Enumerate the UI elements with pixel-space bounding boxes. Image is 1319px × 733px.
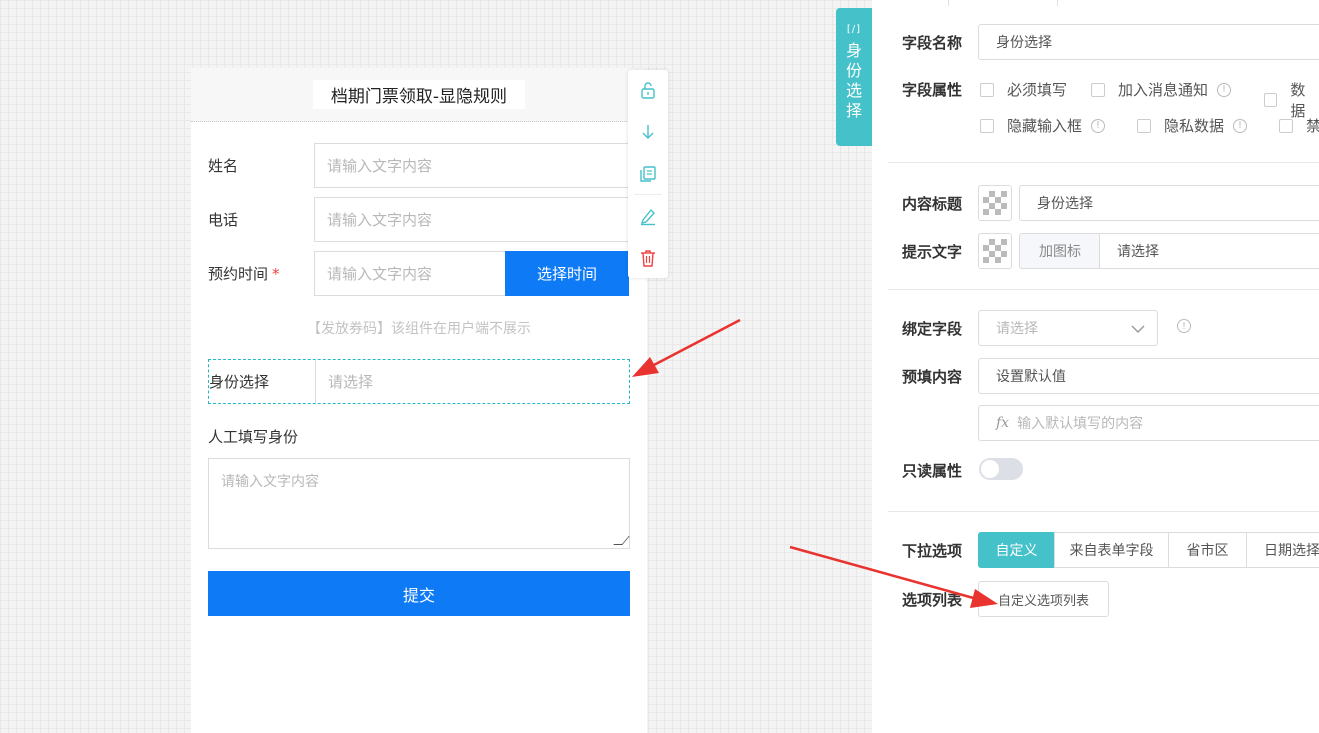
- function-icon: fx: [996, 415, 1010, 431]
- checkbox-box[interactable]: [1137, 118, 1151, 133]
- name-label: 姓名: [208, 157, 239, 175]
- textarea-placeholder: 请输入文字内容: [221, 474, 319, 490]
- resize-handle-icon[interactable]: [613, 536, 630, 545]
- hint-icon-picker[interactable]: [978, 233, 1012, 269]
- side-tab-char: 身: [845, 41, 862, 60]
- appointment-input[interactable]: 请输入文字内容: [314, 251, 505, 296]
- form-header: 档期门票领取-显隐规则: [191, 68, 647, 122]
- identity-label: 身份选择: [209, 373, 270, 391]
- field-toolbar: [628, 70, 668, 278]
- required-mark: *: [272, 265, 280, 283]
- field-attr-label: 字段属性: [902, 81, 963, 99]
- edit-icon[interactable]: [638, 206, 658, 226]
- checkbox-hide-input[interactable]: 隐藏输入框!: [980, 115, 1106, 136]
- field-name-input[interactable]: 身份选择: [978, 24, 1319, 60]
- toolbar-divider: [634, 194, 662, 195]
- custom-option-list-button[interactable]: 自定义选项列表: [978, 581, 1109, 617]
- name-input[interactable]: 请输入文字内容: [314, 143, 630, 188]
- manual-identity-textarea[interactable]: 请输入文字内容: [208, 458, 630, 549]
- hint-text-label: 提示文字: [902, 243, 963, 261]
- appointment-label: 预约时间 *: [208, 265, 280, 283]
- bind-field-placeholder: 请选择: [996, 321, 1038, 337]
- segment-date[interactable]: 日期选择: [1246, 532, 1319, 568]
- prefill-formula-placeholder: 输入默认填写的内容: [1017, 416, 1144, 432]
- checkbox-label: 加入消息通知: [1118, 81, 1209, 99]
- copy-icon[interactable]: [638, 164, 658, 184]
- add-icon-addon[interactable]: 加图标: [1019, 233, 1100, 269]
- checkbox-box[interactable]: [980, 118, 994, 133]
- unlock-icon[interactable]: [638, 80, 658, 100]
- dropdown-label: 下拉选项: [902, 542, 963, 560]
- component-code: [/]: [846, 24, 862, 35]
- toggle-knob: [981, 460, 999, 478]
- option-list-label: 选项列表: [902, 591, 963, 609]
- prefill-label: 预填内容: [902, 368, 963, 386]
- component-side-tab[interactable]: [/] 身 份 选 择: [836, 8, 872, 146]
- info-icon[interactable]: !: [1091, 118, 1106, 133]
- side-tab-char: 选: [845, 81, 862, 100]
- submit-button[interactable]: 提交: [208, 571, 630, 616]
- info-icon[interactable]: !: [1217, 82, 1232, 97]
- coupon-notice: 【发放券码】该组件在用户端不展示: [307, 321, 531, 337]
- properties-panel: 字段名称 身份选择 字段属性 必须填写 加入消息通知! 数据 隐藏输入框! 隐私…: [872, 0, 1319, 733]
- section-divider: [888, 511, 1319, 512]
- field-row-phone[interactable]: 电话 请输入文字内容: [208, 197, 630, 242]
- info-icon[interactable]: !: [1233, 118, 1248, 133]
- checkbox-label: 必须填写: [1007, 81, 1068, 99]
- bind-field-select[interactable]: 请选择: [978, 310, 1158, 346]
- info-icon[interactable]: !: [1177, 319, 1191, 333]
- chevron-down-icon: [1131, 325, 1145, 333]
- field-row-name[interactable]: 姓名 请输入文字内容: [208, 143, 630, 188]
- section-divider: [888, 162, 1319, 163]
- prefill-select[interactable]: 设置默认值: [978, 358, 1319, 394]
- readonly-label: 只读属性: [902, 462, 963, 480]
- bind-field-label: 绑定字段: [902, 320, 963, 338]
- move-down-icon[interactable]: [638, 122, 658, 142]
- checkbox-disable[interactable]: 禁: [1279, 115, 1319, 136]
- readonly-toggle[interactable]: [979, 458, 1023, 480]
- phone-input[interactable]: 请输入文字内容: [314, 197, 630, 242]
- checkbox-required[interactable]: 必须填写: [980, 79, 1067, 100]
- manual-identity-label: 人工填写身份: [208, 428, 299, 446]
- section-divider: [888, 289, 1319, 290]
- select-time-button[interactable]: 选择时间: [505, 251, 629, 296]
- empty-image-icon: [983, 239, 1007, 263]
- content-title-icon-picker[interactable]: [978, 185, 1012, 221]
- side-tab-char: 份: [845, 61, 862, 80]
- content-title-input[interactable]: 身份选择: [1019, 185, 1319, 221]
- checkbox-notify[interactable]: 加入消息通知!: [1091, 79, 1232, 100]
- delete-icon[interactable]: [638, 248, 658, 268]
- checkbox-private[interactable]: 隐私数据!: [1137, 115, 1248, 136]
- arrow-annotation: [632, 318, 741, 377]
- checkbox-box[interactable]: [1091, 82, 1105, 97]
- checkbox-box[interactable]: [1279, 118, 1293, 133]
- hint-text-input[interactable]: 请选择: [1099, 233, 1319, 269]
- checkbox-label: 隐私数据: [1164, 117, 1225, 135]
- segment-custom[interactable]: 自定义: [978, 532, 1055, 568]
- phone-label: 电话: [208, 211, 239, 229]
- panel-top-tab[interactable]: [948, 0, 1058, 6]
- empty-image-icon: [983, 191, 1007, 215]
- field-name-label: 字段名称: [902, 34, 963, 52]
- identity-select[interactable]: 请选择: [315, 360, 629, 403]
- form-title[interactable]: 档期门票领取-显隐规则: [312, 80, 526, 109]
- prefill-formula-input[interactable]: fx 输入默认填写的内容: [978, 405, 1319, 441]
- segment-form-field[interactable]: 来自表单字段: [1054, 532, 1169, 568]
- segment-region[interactable]: 省市区: [1168, 532, 1247, 568]
- checkbox-label: 禁: [1306, 117, 1319, 135]
- identity-field-row[interactable]: 身份选择 请选择: [208, 359, 630, 404]
- form-canvas: 档期门票领取-显隐规则 姓名 请输入文字内容 电话 请输入文字内容 预约时间 * …: [191, 68, 647, 733]
- field-row-appointment[interactable]: 预约时间 * 请输入文字内容 选择时间: [208, 251, 629, 296]
- checkbox-label: 隐藏输入框: [1007, 117, 1083, 135]
- side-tab-char: 择: [845, 101, 862, 120]
- bind-field-info[interactable]: !: [1177, 319, 1191, 333]
- checkbox-box[interactable]: [980, 82, 994, 97]
- content-title-label: 内容标题: [902, 195, 963, 213]
- checkbox-box[interactable]: [1264, 93, 1278, 107]
